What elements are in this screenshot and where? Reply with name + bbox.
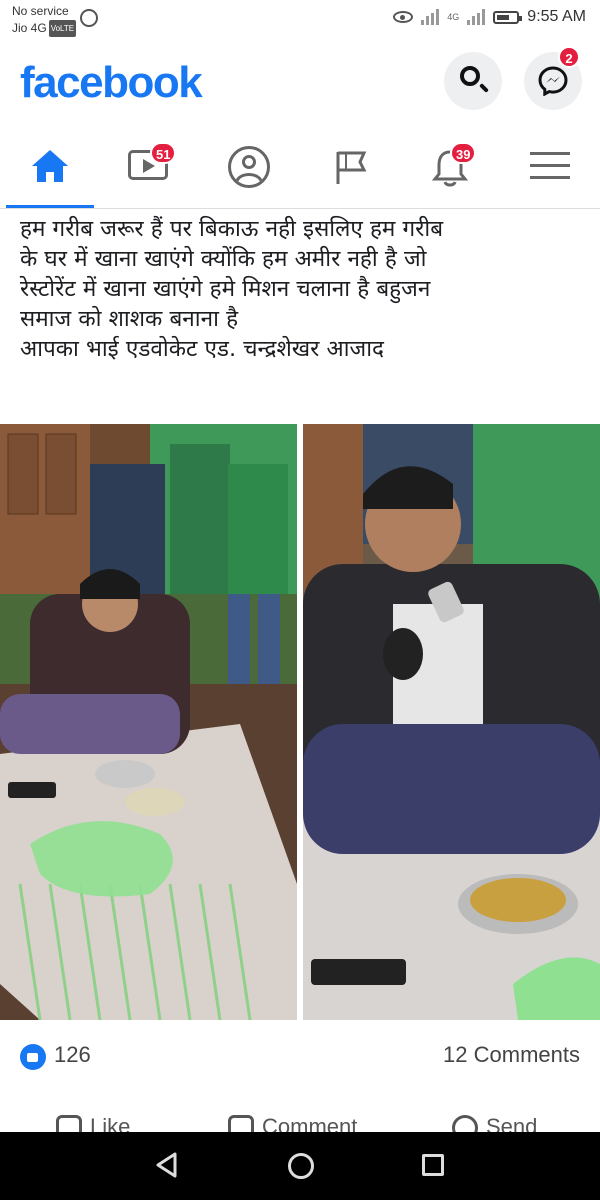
- tab-pages[interactable]: [300, 124, 400, 206]
- messenger-button[interactable]: 2: [524, 46, 582, 110]
- post-text: हम गरीब जरूर हैं पर बिकाऊ नही इसलिए हम ग…: [20, 214, 588, 364]
- notifications-badge: 39: [450, 142, 477, 164]
- search-button[interactable]: [444, 52, 502, 110]
- send-button[interactable]: Send: [452, 1114, 537, 1134]
- messenger-icon: [538, 66, 568, 96]
- signal-icon: [421, 9, 440, 25]
- comment-button[interactable]: Comment: [228, 1114, 357, 1134]
- post-line-5: आपका भाई एडवोकेट एड. चन्द्रशेखर आजाद: [20, 336, 384, 362]
- post-actions: Like Comment Send: [0, 1104, 600, 1134]
- post-line-1: हम गरीब जरूर हैं पर बिकाऊ नही इसलिए हम ग…: [20, 216, 444, 242]
- main-nav: 51 39: [0, 124, 600, 209]
- eye-icon: [393, 11, 414, 23]
- search-icon: [460, 66, 480, 86]
- photo-right-image: [303, 424, 600, 1020]
- app-header: facebook 2: [0, 44, 600, 124]
- volte-badge: VoLTE: [48, 20, 77, 38]
- home-circle-icon[interactable]: [288, 1153, 314, 1179]
- home-icon: [32, 150, 68, 182]
- status-right: 4G 9:55 AM: [393, 8, 586, 26]
- tab-menu[interactable]: [500, 124, 600, 206]
- comments-count[interactable]: 12 Comments: [443, 1042, 580, 1068]
- system-nav-bar: [0, 1132, 600, 1200]
- clock: 9:55 AM: [527, 8, 586, 25]
- post-line-2: के घर में खाना खाएंगे क्योंकि हम अमीर नह…: [20, 246, 427, 272]
- facebook-logo[interactable]: facebook: [20, 58, 203, 108]
- profile-icon: [228, 146, 270, 188]
- recents-icon[interactable]: [422, 1154, 444, 1176]
- post-line-4: समाज को शाशक बनाना है: [20, 306, 239, 332]
- carrier-line-2: Jio 4G: [12, 21, 47, 35]
- back-icon[interactable]: [155, 1152, 177, 1178]
- tab-home[interactable]: [0, 124, 100, 208]
- whatsapp-icon: [80, 9, 98, 27]
- carrier-info: No service Jio 4G VoLTE: [12, 3, 77, 38]
- comment-label: Comment: [262, 1114, 358, 1134]
- like-button[interactable]: Like: [56, 1114, 130, 1134]
- watch-badge: 51: [150, 142, 177, 164]
- send-label: Send: [486, 1114, 538, 1134]
- battery-icon: [493, 10, 523, 24]
- tab-watch[interactable]: 51: [100, 124, 200, 206]
- menu-icon: [530, 152, 570, 180]
- post-photo-left[interactable]: [0, 424, 297, 1020]
- status-bar: No service Jio 4G VoLTE 4G 9:55 AM: [0, 0, 600, 44]
- like-label: Like: [90, 1114, 131, 1134]
- tab-notifications[interactable]: 39: [400, 124, 500, 206]
- network-label: 4G: [447, 12, 460, 22]
- like-count[interactable]: 126: [54, 1042, 91, 1068]
- carrier-line-1: No service: [12, 4, 69, 18]
- messenger-badge: 2: [558, 46, 580, 68]
- flag-icon: [336, 151, 367, 184]
- post-line-3: रेस्टोरेंट में खाना खाएंगे हमे मिशन चलान…: [20, 276, 431, 302]
- tab-profile[interactable]: [200, 124, 300, 206]
- reactions-bar: 126 12 Comments: [0, 1030, 600, 1086]
- signal-icon-2: [467, 9, 486, 25]
- like-reaction-icon: [20, 1044, 46, 1070]
- post-photo-right[interactable]: [303, 424, 600, 1020]
- photo-left-image: [0, 424, 297, 1020]
